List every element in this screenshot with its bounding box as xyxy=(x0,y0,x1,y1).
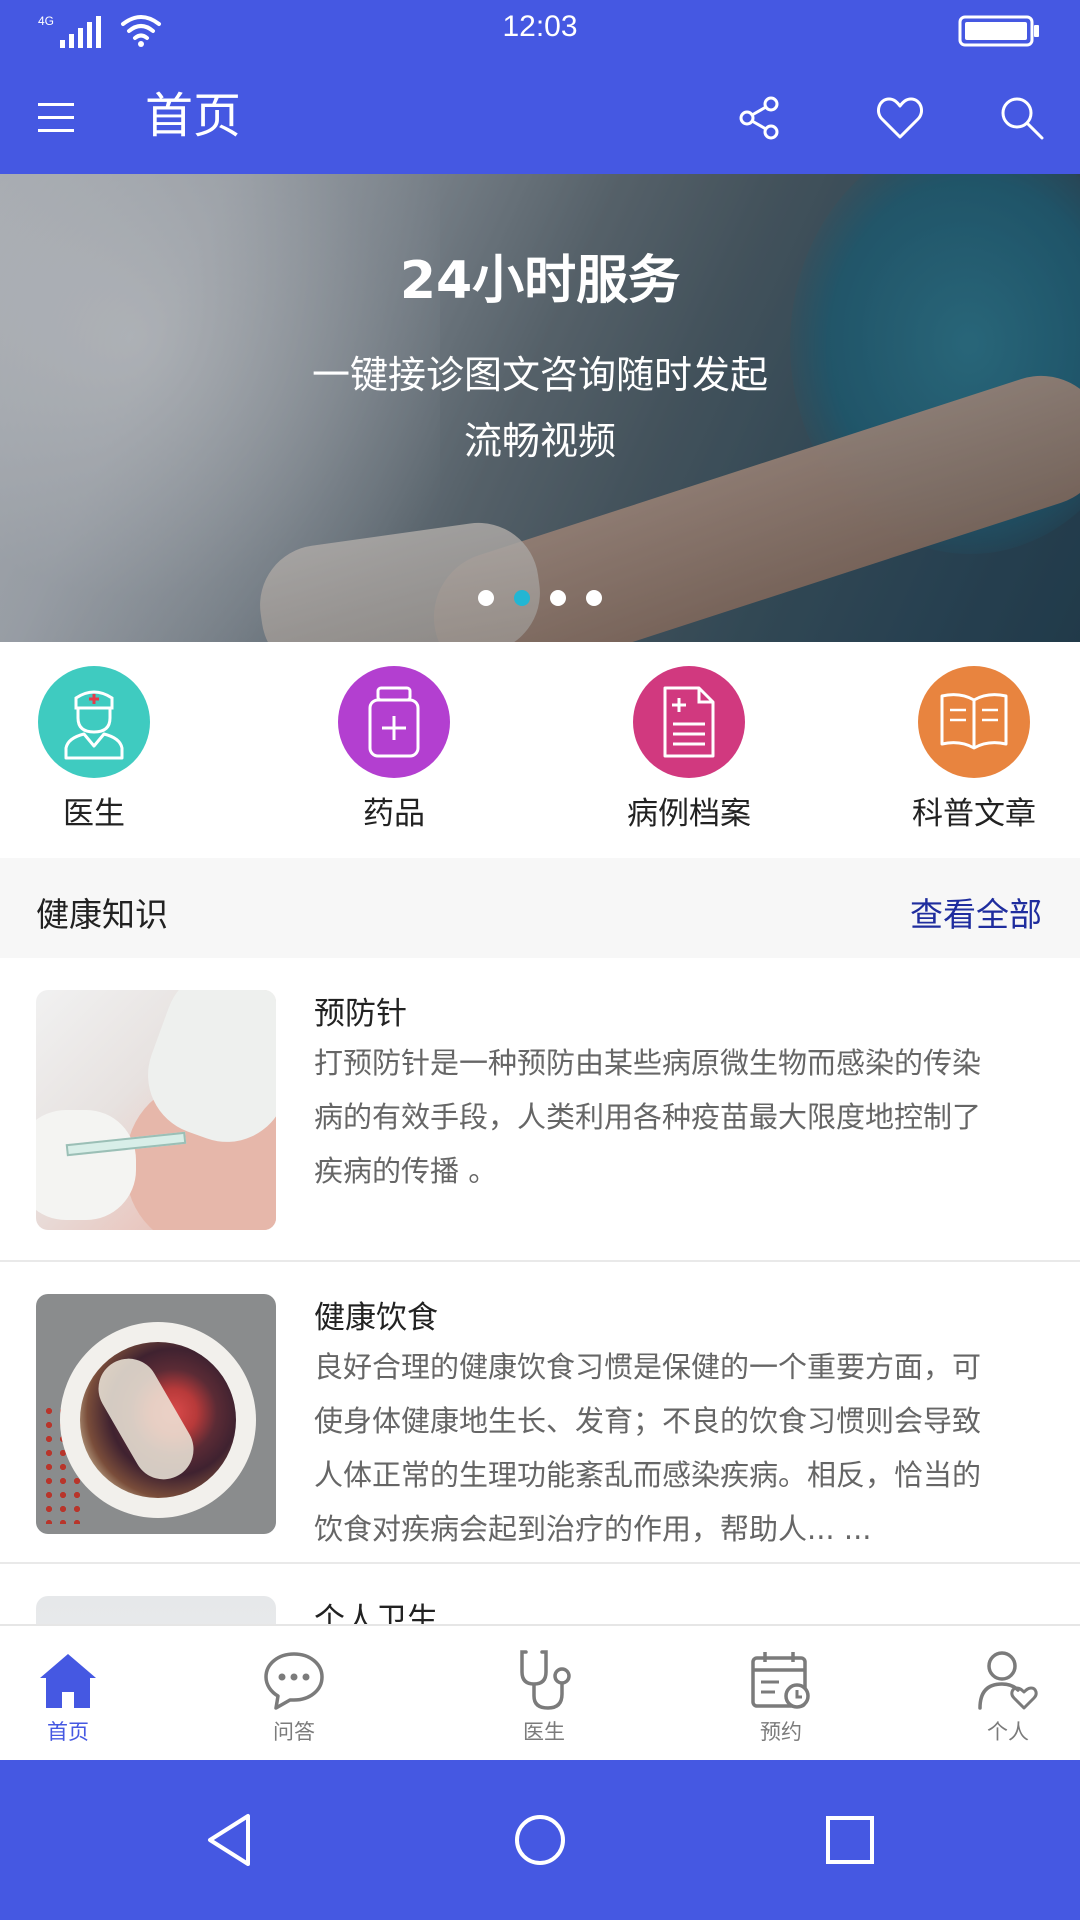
battery-icon xyxy=(958,15,1039,47)
back-icon[interactable] xyxy=(200,1810,260,1870)
bottom-tab-bar: 首页 问答 医生 预约 个人 xyxy=(0,1624,1080,1760)
tab-label: 问答 xyxy=(273,1720,315,1744)
share-button[interactable] xyxy=(732,90,788,146)
quick-link-label: 病例档案 xyxy=(627,796,751,832)
article-item[interactable]: 健康饮食 良好合理的健康饮食习惯是保健的一个重要方面，可使身体健康地生长、发育；… xyxy=(0,1262,1080,1564)
carousel-dot[interactable] xyxy=(586,590,602,606)
favorite-button[interactable] xyxy=(872,90,928,146)
quick-link-records[interactable]: 病例档案 xyxy=(589,666,789,846)
tab-label: 医生 xyxy=(523,1720,565,1744)
nurse-icon xyxy=(38,666,150,778)
fruit-bowl-photo xyxy=(36,1294,276,1534)
quick-link-label: 科普文章 xyxy=(912,796,1036,832)
tab-appointment[interactable]: 预约 xyxy=(711,1626,851,1762)
tab-profile[interactable]: 个人 xyxy=(938,1626,1078,1762)
system-nav-bar xyxy=(0,1760,1080,1920)
home-circle-icon[interactable] xyxy=(510,1810,570,1870)
quick-link-label: 医生 xyxy=(63,796,125,832)
quick-link-label: 药品 xyxy=(363,796,425,832)
tab-home[interactable]: 首页 xyxy=(0,1626,138,1762)
quick-links: 医生 药品 病例档案 科普文章 xyxy=(0,642,1080,858)
view-all-link[interactable]: 查看全部 xyxy=(910,888,1042,936)
medicine-bottle-icon xyxy=(338,666,450,778)
page-title: 首页 xyxy=(145,88,242,144)
banner-title: 24小时服务 xyxy=(399,251,681,311)
calendar-clock-icon xyxy=(751,1652,810,1709)
chat-bubble-icon xyxy=(264,1652,324,1710)
user-heart-icon xyxy=(978,1651,1038,1710)
heart-icon xyxy=(877,97,923,139)
article-summary: 打预防针是一种预防由某些病原微生物而感染的传染病的有效手段，人类利用各种疫苗最大… xyxy=(314,1046,982,1188)
home-icon xyxy=(40,1654,96,1708)
vaccination-photo xyxy=(36,990,276,1230)
quick-link-medicine[interactable]: 药品 xyxy=(294,666,494,846)
article-item[interactable]: 预防针 打预防针是一种预防由某些病原微生物而感染的传染病的有效手段，人类利用各种… xyxy=(0,958,1080,1262)
article-summary: 良好合理的健康饮食习惯是保健的一个重要方面，可使身体健康地生长、发育；不良的饮食… xyxy=(314,1350,982,1546)
clock: 12:03 xyxy=(502,10,578,43)
article-list: 预防针 打预防针是一种预防由某些病原微生物而感染的传染病的有效手段，人类利用各种… xyxy=(0,958,1080,1624)
tab-label: 首页 xyxy=(47,1720,89,1744)
section-title: 健康知识 xyxy=(36,895,168,934)
article-title: 预防针 xyxy=(314,996,407,1032)
search-icon xyxy=(1001,97,1044,140)
tab-qa[interactable]: 问答 xyxy=(224,1626,364,1762)
quick-link-articles[interactable]: 科普文章 xyxy=(874,666,1074,846)
carousel-dot[interactable] xyxy=(550,590,566,606)
medical-record-icon xyxy=(633,666,745,778)
app-header: 首页 xyxy=(0,62,1080,174)
section-header: 健康知识 查看全部 xyxy=(0,858,1080,958)
article-item[interactable]: 个人卫生 xyxy=(0,1564,1080,1624)
recents-square-icon[interactable] xyxy=(820,1810,880,1870)
hygiene-photo xyxy=(36,1596,276,1624)
stethoscope-icon xyxy=(520,1650,571,1710)
status-bar: 4G 12:03 xyxy=(0,0,1080,62)
tab-label: 个人 xyxy=(987,1720,1029,1744)
banner-subtitle-2: 流畅视频 xyxy=(463,419,616,463)
menu-icon[interactable] xyxy=(36,98,76,138)
search-button[interactable] xyxy=(994,90,1050,146)
share-icon xyxy=(739,96,779,140)
tab-label: 预约 xyxy=(760,1720,802,1744)
quick-link-doctor[interactable]: 医生 xyxy=(0,666,194,846)
carousel-dot[interactable] xyxy=(478,590,494,606)
tab-doctor[interactable]: 医生 xyxy=(474,1626,614,1762)
book-icon xyxy=(918,666,1030,778)
article-title: 个人卫生 xyxy=(314,1602,438,1624)
banner-subtitle: 一键接诊图文咨询随时发起 xyxy=(311,353,768,397)
carousel-dot-active[interactable] xyxy=(514,590,530,606)
carousel-indicator xyxy=(0,590,1080,606)
article-title: 健康饮食 xyxy=(314,1300,438,1336)
hero-banner[interactable]: 24小时服务 一键接诊图文咨询随时发起 流畅视频 xyxy=(0,174,1080,642)
